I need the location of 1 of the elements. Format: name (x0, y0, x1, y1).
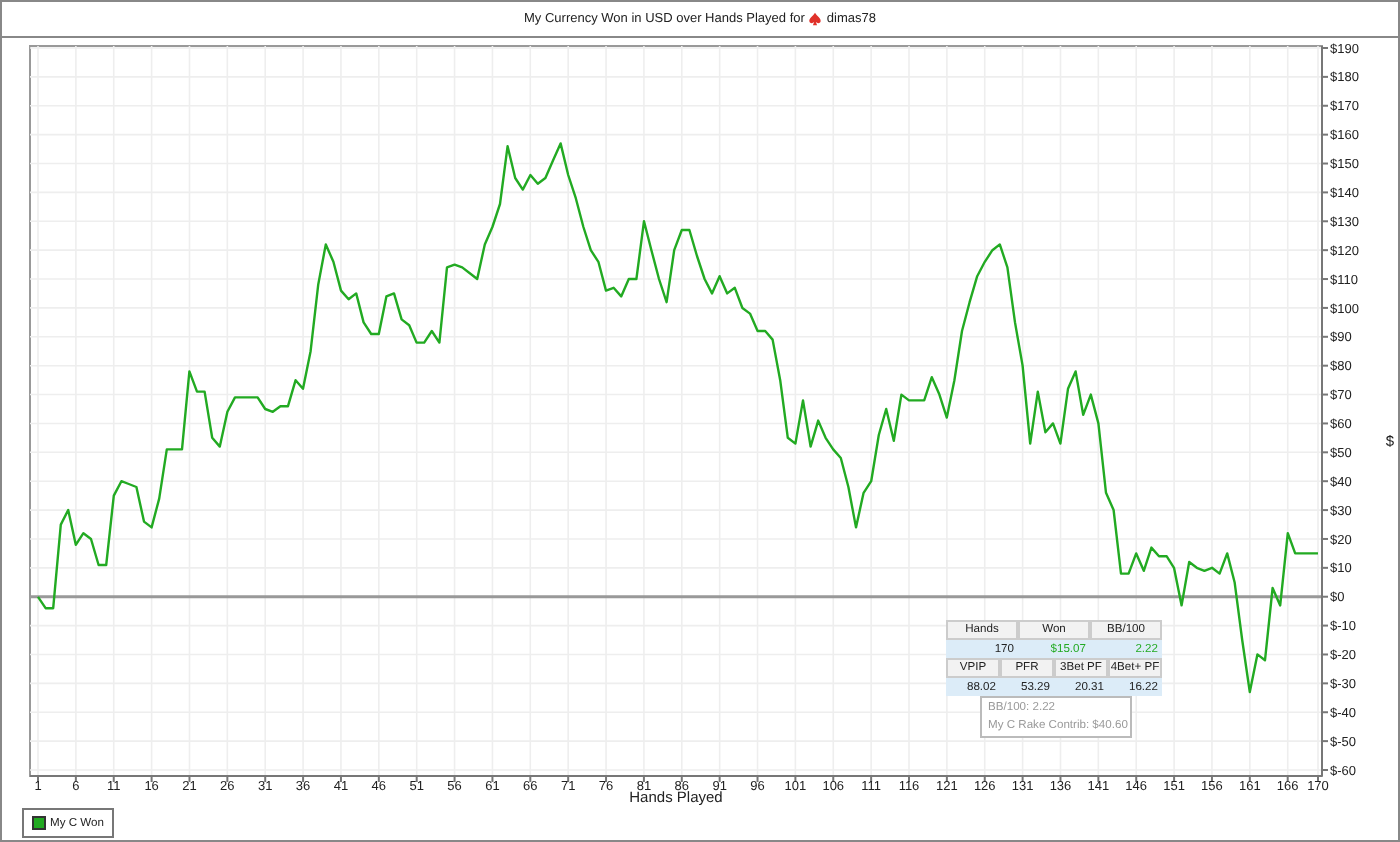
spade-icon (808, 12, 823, 26)
